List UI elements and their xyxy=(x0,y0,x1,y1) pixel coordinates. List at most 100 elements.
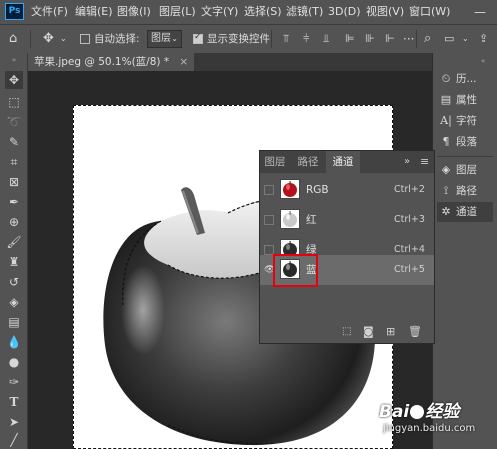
menu-type[interactable]: 文字(Y) xyxy=(201,0,238,24)
panel-tab-bar: 图层 路径 通道 » ≡ xyxy=(260,151,434,173)
healing-brush-tool-icon[interactable]: ⊕ xyxy=(5,213,23,231)
align-top-icon[interactable]: ⫪ xyxy=(283,25,289,53)
menu-3d[interactable]: 3D(D) xyxy=(328,0,361,24)
properties-icon: ▤ xyxy=(440,93,452,106)
auto-select-target-dropdown[interactable]: 图层 ⌄ xyxy=(147,30,182,48)
panel-layers-label: 图层 xyxy=(456,164,477,176)
divider xyxy=(271,30,272,48)
history-brush-tool-icon[interactable]: ↺ xyxy=(5,273,23,291)
menu-window[interactable]: 窗口(W) xyxy=(409,0,450,24)
eyedropper-tool-icon[interactable]: ✒ xyxy=(5,193,23,211)
brush-tool-icon[interactable]: 🖌 xyxy=(5,233,23,251)
panel-paragraph[interactable]: ¶ 段落 xyxy=(439,132,478,152)
watermark-brand: Bai 经验 xyxy=(379,402,460,422)
photoshop-logo: Ps xyxy=(5,3,24,20)
show-transform-label: 显示变换控件 xyxy=(207,33,270,45)
align-vcenter-icon[interactable]: ⫩ xyxy=(303,25,309,53)
shape-tool-icon[interactable]: ╱ xyxy=(5,431,23,449)
close-icon[interactable]: × xyxy=(179,56,188,68)
channel-shortcut: Ctrl+5 xyxy=(394,264,425,275)
menu-select[interactable]: 选择(S) xyxy=(244,0,282,24)
channel-row-red[interactable]: 红 Ctrl+3 xyxy=(260,205,434,235)
collapse-icon[interactable]: « xyxy=(481,57,485,65)
gradient-tool-icon[interactable]: ▤ xyxy=(5,313,23,331)
new-channel-icon[interactable]: ⊞ xyxy=(386,323,395,341)
show-transform-checkbox[interactable] xyxy=(193,32,203,44)
align-bottom-icon[interactable]: ⫫ xyxy=(323,25,329,53)
menu-image[interactable]: 图像(I) xyxy=(117,0,151,24)
dodge-tool-icon[interactable]: ● xyxy=(5,353,23,371)
panel-paragraph-label: 段落 xyxy=(456,136,477,148)
tab-paths[interactable]: 路径 xyxy=(292,151,324,173)
tab-channels[interactable]: 通道 xyxy=(326,151,360,173)
collapse-icon[interactable]: » xyxy=(6,57,22,64)
eraser-tool-icon[interactable]: ◈ xyxy=(5,293,23,311)
panel-character[interactable]: A| 字符 xyxy=(439,111,477,131)
divider xyxy=(416,30,417,48)
quick-select-tool-icon[interactable]: ✎ xyxy=(5,133,23,151)
align-hcenter-icon[interactable]: ⊪ xyxy=(365,25,375,53)
pen-tool-icon[interactable]: ✑ xyxy=(5,373,23,391)
panel-properties[interactable]: ▤ 属性 xyxy=(439,90,477,110)
crop-tool-icon[interactable]: ⌗ xyxy=(5,153,23,171)
channel-name: RGB xyxy=(306,184,329,196)
load-selection-icon[interactable]: ⬚ xyxy=(342,323,351,341)
panel-history-label: 历... xyxy=(456,73,477,85)
workspace-icon[interactable]: ▭ xyxy=(444,25,454,53)
auto-select-checkbox[interactable] xyxy=(80,34,90,44)
more-options-icon[interactable]: ··· xyxy=(403,25,414,53)
panel-footer: ⬚ ◙ ⊞ 🗑 xyxy=(260,323,434,343)
panel-channels[interactable]: ✲ 通道 xyxy=(437,202,493,222)
type-tool-icon[interactable]: T xyxy=(5,393,23,411)
move-tool-icon[interactable]: ✥ xyxy=(5,71,23,89)
chevron-down-icon[interactable]: ⌄ xyxy=(60,25,67,53)
chevron-down-icon: ⌄ xyxy=(171,34,178,43)
blur-tool-icon[interactable]: 💧 xyxy=(5,333,23,351)
document-tab[interactable]: 苹果.jpeg @ 50.1%(蓝/8) * × xyxy=(28,53,195,71)
lasso-tool-icon[interactable]: ➰ xyxy=(5,113,23,131)
dropdown-value: 图层 xyxy=(151,33,171,44)
panel-layers[interactable]: ◈ 图层 xyxy=(439,160,477,180)
menu-filter[interactable]: 滤镜(T) xyxy=(286,0,323,24)
visibility-toggle[interactable] xyxy=(264,215,274,225)
home-icon[interactable]: ⌂ xyxy=(9,25,17,53)
menu-view[interactable]: 视图(V) xyxy=(366,0,404,24)
save-selection-icon[interactable]: ◙ xyxy=(363,323,374,341)
auto-select-label: 自动选择: xyxy=(94,33,140,45)
tools-panel: » ✥ ⬚ ➰ ✎ ⌗ ⊠ ✒ ⊕ 🖌 ♜ ↺ ◈ ▤ 💧 ● ✑ T ➤ ╱ xyxy=(0,53,28,449)
channel-shortcut: Ctrl+2 xyxy=(394,184,425,195)
panel-paths[interactable]: ⟟ 路径 xyxy=(439,181,477,201)
delete-channel-icon[interactable]: 🗑 xyxy=(408,323,422,341)
paths-icon: ⟟ xyxy=(443,184,449,197)
menu-file[interactable]: 文件(F) xyxy=(31,0,68,24)
align-right-icon[interactable]: ⊩ xyxy=(385,25,395,53)
menu-bar: Ps 文件(F) 编辑(E) 图像(I) 图层(L) 文字(Y) 选择(S) 滤… xyxy=(0,0,497,24)
frame-tool-icon[interactable]: ⊠ xyxy=(5,173,23,191)
collapse-panel-icon[interactable]: » xyxy=(404,151,410,173)
minimize-icon[interactable]: — xyxy=(474,0,486,24)
channel-thumbnail xyxy=(280,179,300,199)
search-icon[interactable]: ⌕ xyxy=(424,25,431,53)
move-tool-icon[interactable]: ✥ xyxy=(43,25,54,53)
tab-layers[interactable]: 图层 xyxy=(260,151,290,173)
options-bar: ⌂ ✥ ⌄ 自动选择: 图层 ⌄ 显示变换控件 ⫪ ⫩ ⫫ ⊫ ⊪ ⊩ ··· … xyxy=(0,24,497,53)
clone-stamp-tool-icon[interactable]: ♜ xyxy=(5,253,23,271)
marquee-tool-icon[interactable]: ⬚ xyxy=(5,93,23,111)
panel-paths-label: 路径 xyxy=(456,185,477,197)
chevron-down-icon[interactable]: ⌄ xyxy=(462,25,469,53)
panel-history[interactable]: ⏲ 历... xyxy=(439,69,477,89)
path-selection-tool-icon[interactable]: ➤ xyxy=(5,413,23,431)
channel-name: 红 xyxy=(306,214,317,226)
share-icon[interactable]: ⇪ xyxy=(479,25,488,53)
visibility-toggle[interactable] xyxy=(264,185,274,195)
menu-layer[interactable]: 图层(L) xyxy=(159,0,196,24)
panel-menu-icon[interactable]: ≡ xyxy=(420,151,429,173)
divider xyxy=(30,30,31,48)
watermark-url: jingyan.baidu.com xyxy=(383,423,476,434)
panel-properties-label: 属性 xyxy=(456,94,477,106)
divider xyxy=(437,156,493,157)
align-left-icon[interactable]: ⊫ xyxy=(345,25,355,53)
document-tab-bar: 苹果.jpeg @ 50.1%(蓝/8) * × xyxy=(28,53,432,71)
menu-edit[interactable]: 编辑(E) xyxy=(75,0,113,24)
channel-row-rgb[interactable]: RGB Ctrl+2 xyxy=(260,175,434,205)
